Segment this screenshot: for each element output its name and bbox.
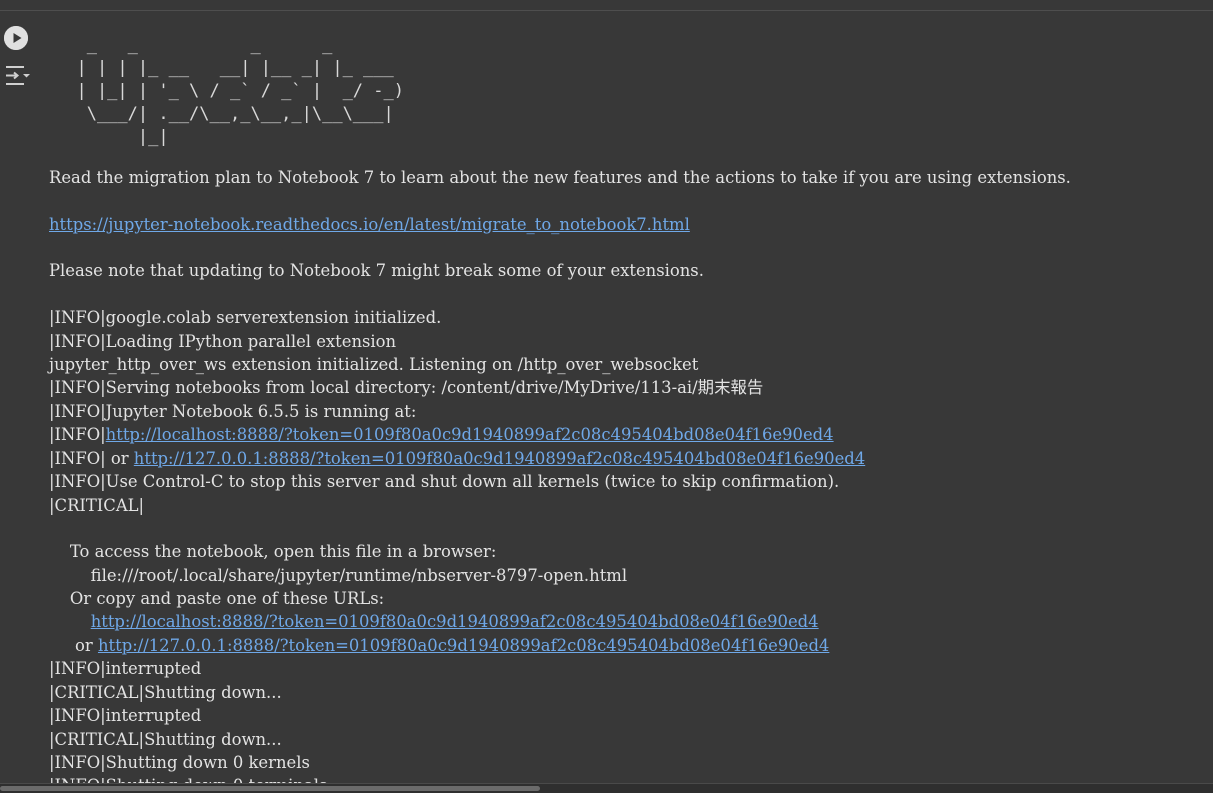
log-line: |INFO|Serving notebooks from local direc… [49, 378, 764, 397]
horizontal-scrollbar[interactable] [0, 783, 1213, 793]
update-warning: Please note that updating to Notebook 7 … [49, 261, 704, 280]
cell-output-area: _ _ _ _ | | | |_ __ __| |__ _| |_ ___ | … [0, 11, 1213, 783]
log-prefix: |INFO| or [49, 449, 134, 468]
log-line: |INFO|Loading IPython parallel extension [49, 332, 397, 351]
access-note: To access the notebook, open this file i… [49, 542, 497, 561]
log-line: |INFO|Shutting down 0 terminals [49, 775, 327, 783]
log-line-loopback-url: |INFO| or http://127.0.0.1:8888/?token=0… [49, 448, 865, 470]
log-line: |INFO|interrupted [49, 706, 202, 725]
log-line: |INFO|Use Control-C to stop this server … [49, 472, 840, 491]
copy-url-line-1: http://localhost:8888/?token=0109f80a0c9… [49, 611, 819, 633]
loopback-token-link[interactable]: http://127.0.0.1:8888/?token=0109f80a0c9… [134, 449, 865, 468]
migration-note: Read the migration plan to Notebook 7 to… [49, 168, 1071, 187]
log-line: |INFO|interrupted [49, 659, 202, 678]
migration-link-line: https://jupyter-notebook.readthedocs.io/… [49, 214, 690, 236]
log-line-critical: |CRITICAL|Shutting down... [49, 683, 282, 702]
ascii-art-banner: _ _ _ _ | | | |_ __ __| |__ _| |_ ___ | … [76, 35, 404, 147]
log-line-localhost-url: |INFO|http://localhost:8888/?token=0109f… [49, 424, 834, 446]
copy-localhost-link[interactable]: http://localhost:8888/?token=0109f80a0c9… [91, 612, 819, 631]
or-prefix: or [49, 636, 98, 655]
localhost-token-link[interactable]: http://localhost:8888/?token=0109f80a0c9… [106, 425, 834, 444]
copy-loopback-link[interactable]: http://127.0.0.1:8888/?token=0109f80a0c9… [98, 636, 829, 655]
copy-url-line-2: or http://127.0.0.1:8888/?token=0109f80a… [49, 635, 829, 657]
log-line: |INFO|Jupyter Notebook 6.5.5 is running … [49, 402, 417, 421]
colab-cell-output-view: _ _ _ _ | | | |_ __ __| |__ _| |_ ___ | … [0, 0, 1213, 793]
log-line: jupyter_http_over_ws extension initializ… [49, 355, 699, 374]
log-line: |INFO|google.colab serverextension initi… [49, 308, 442, 327]
log-line-critical: |CRITICAL| [49, 496, 145, 515]
copy-note: Or copy and paste one of these URLs: [49, 589, 385, 608]
scrollbar-thumb[interactable] [0, 786, 540, 791]
log-line: |INFO|Shutting down 0 kernels [49, 753, 310, 772]
log-prefix: |INFO| [49, 425, 106, 444]
log-line-critical: |CRITICAL|Shutting down... [49, 730, 282, 749]
access-file-path: file:///root/.local/share/jupyter/runtim… [49, 566, 628, 585]
migration-guide-link[interactable]: https://jupyter-notebook.readthedocs.io/… [49, 215, 690, 234]
